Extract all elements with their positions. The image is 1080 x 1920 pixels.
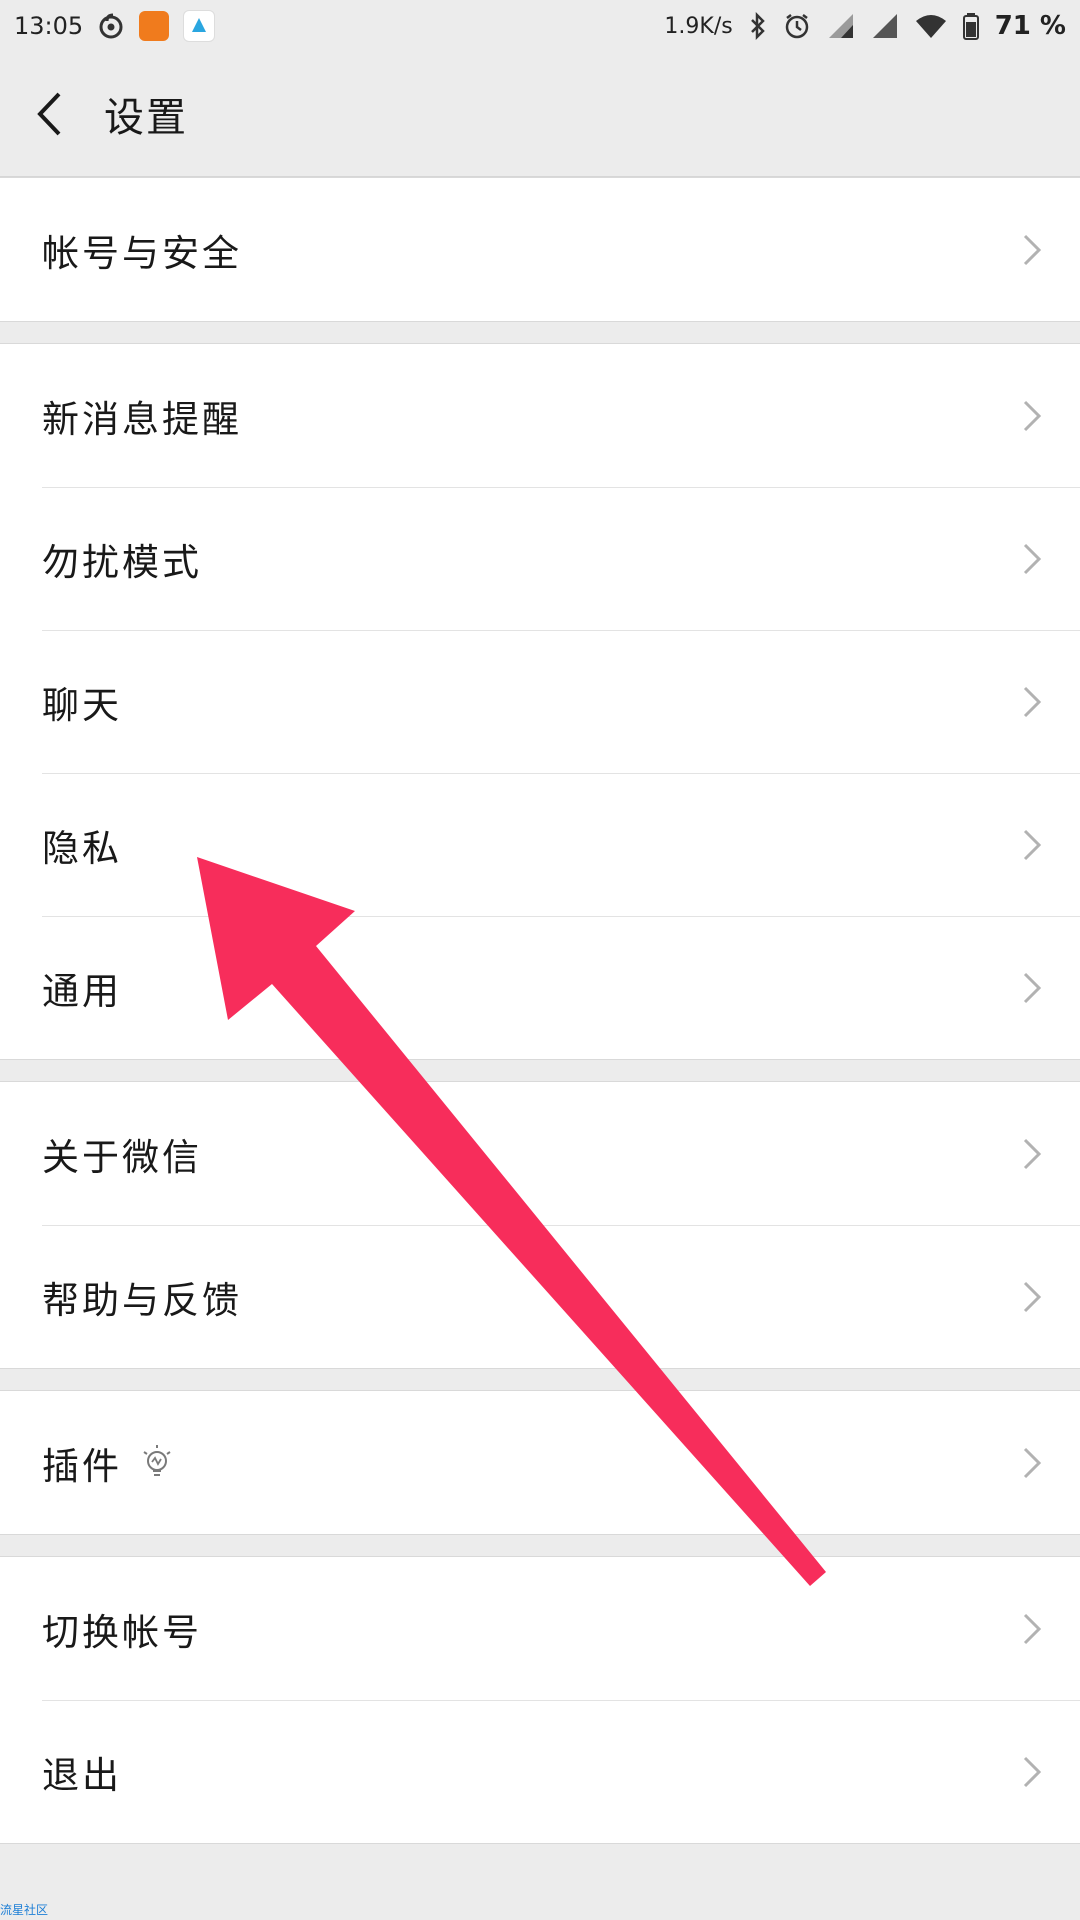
setting-item-plugins[interactable]: 插件 [0, 1391, 1080, 1534]
signal-icon [871, 13, 899, 39]
setting-item-label: 通用 [42, 969, 122, 1013]
group-divider [0, 1369, 1080, 1390]
status-time: 13:05 [14, 12, 84, 40]
network-speed: 1.9K/s [664, 13, 733, 39]
title-bar: 设置 [0, 52, 1080, 177]
battery-percent: 71 % [994, 11, 1066, 41]
settings-group-about: 关于微信 帮助与反馈 [0, 1081, 1080, 1369]
chevron-right-icon [1023, 1281, 1042, 1312]
netease-music-icon [97, 12, 125, 40]
setting-item-label: 帮助与反馈 [42, 1278, 242, 1322]
chevron-right-icon [1023, 543, 1042, 574]
chevron-right-icon [1023, 1138, 1042, 1169]
drive-app-icon [183, 10, 216, 42]
chevron-right-icon [1023, 234, 1042, 265]
bluetooth-icon [749, 12, 767, 40]
chevron-right-icon [1023, 686, 1042, 717]
status-bar: 13:05 1.9K/s 71 % [0, 0, 1080, 52]
setting-item-do-not-disturb[interactable]: 勿扰模式 [0, 487, 1080, 630]
wifi-icon [915, 13, 947, 39]
settings-list: 帐号与安全 新消息提醒 勿扰模式 聊天 隐私 通用 关于微信 帮助与反馈 插件 … [0, 177, 1080, 1844]
setting-item-about-wechat[interactable]: 关于微信 [0, 1082, 1080, 1225]
setting-item-label: 隐私 [42, 826, 122, 870]
setting-item-switch-account[interactable]: 切换帐号 [0, 1557, 1080, 1700]
page-title: 设置 [104, 95, 188, 141]
chevron-left-icon [37, 92, 61, 136]
setting-item-general[interactable]: 通用 [0, 916, 1080, 1059]
setting-item-label: 关于微信 [42, 1135, 202, 1179]
setting-item-label: 帐号与安全 [42, 231, 242, 275]
chevron-right-icon [1023, 400, 1042, 431]
setting-item-label: 聊天 [42, 683, 122, 727]
alarm-icon [783, 12, 811, 40]
mi-app-icon [139, 11, 170, 41]
chevron-right-icon [1023, 1613, 1042, 1644]
setting-item-new-message-alerts[interactable]: 新消息提醒 [0, 344, 1080, 487]
setting-item-help-feedback[interactable]: 帮助与反馈 [0, 1225, 1080, 1368]
watermark-text: 流星社区 [0, 1903, 49, 1917]
settings-group-session: 切换帐号 退出 [0, 1556, 1080, 1844]
setting-item-label: 新消息提醒 [42, 397, 242, 441]
setting-item-chat[interactable]: 聊天 [0, 630, 1080, 773]
setting-item-label: 插件 [42, 1444, 122, 1488]
setting-item-logout[interactable]: 退出 [0, 1700, 1080, 1843]
group-divider [0, 1060, 1080, 1081]
setting-item-label: 勿扰模式 [42, 540, 202, 584]
lightbulb-icon [140, 1443, 174, 1483]
settings-group-account: 帐号与安全 [0, 177, 1080, 322]
chevron-right-icon [1023, 972, 1042, 1003]
setting-item-label: 退出 [42, 1753, 122, 1797]
chevron-right-icon [1023, 1447, 1042, 1478]
settings-group-plugins: 插件 [0, 1390, 1080, 1535]
settings-group-preferences: 新消息提醒 勿扰模式 聊天 隐私 通用 [0, 343, 1080, 1060]
signal-icon [827, 13, 855, 39]
chevron-right-icon [1023, 829, 1042, 860]
group-divider [0, 1535, 1080, 1556]
setting-item-label: 切换帐号 [42, 1610, 202, 1654]
group-divider [0, 322, 1080, 343]
battery-icon [962, 12, 979, 40]
back-button[interactable] [0, 52, 100, 176]
setting-item-privacy[interactable]: 隐私 [0, 773, 1080, 916]
setting-item-account-security[interactable]: 帐号与安全 [0, 178, 1080, 321]
chevron-right-icon [1023, 1756, 1042, 1787]
